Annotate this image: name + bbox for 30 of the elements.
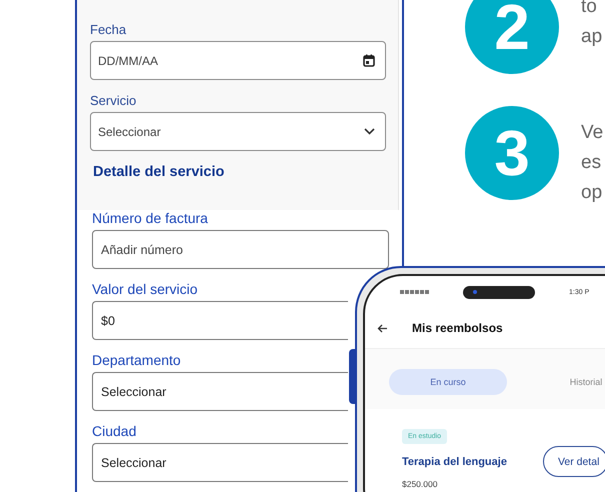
service-title: Terapia del lenguaje — [402, 456, 507, 468]
back-arrow-icon[interactable] — [377, 324, 388, 332]
step-text: to — [581, 0, 597, 19]
calendar-icon[interactable] — [363, 54, 375, 67]
tab[interactable]: En curso — [389, 369, 507, 395]
select-field[interactable]: Seleccionar — [92, 372, 348, 411]
step-number: 3 — [465, 106, 559, 200]
field-label: Servicio — [90, 93, 136, 108]
section-title: Detalle del servicio — [93, 164, 224, 180]
field-label: Ciudad — [92, 423, 136, 439]
details-button[interactable]: Ver detal — [542, 446, 605, 477]
step-text: es — [581, 151, 602, 175]
chevron-down-icon[interactable] — [364, 128, 375, 135]
input-field[interactable]: Añadir número — [92, 230, 389, 269]
amount: $250.000 — [402, 479, 438, 489]
field-label: Fecha — [90, 22, 126, 37]
camera-lens-icon — [473, 290, 477, 294]
select-field[interactable]: Seleccionar — [90, 112, 386, 151]
select-field[interactable]: Seleccionar — [92, 443, 348, 482]
input-field[interactable]: $0 — [92, 301, 348, 340]
step-number: 2 — [465, 0, 559, 74]
date-field[interactable]: DD/MM/AA — [90, 41, 386, 80]
step-text: Ve — [581, 121, 604, 145]
field-label: Número de factura — [92, 210, 208, 226]
step-text: ap — [581, 25, 602, 49]
signal-icon — [400, 290, 429, 294]
field-label: Departamento — [92, 352, 181, 368]
field-label: Valor del servicio — [92, 281, 198, 297]
screen-title: Mis reembolsos — [412, 321, 503, 335]
step-text: op — [581, 181, 602, 205]
